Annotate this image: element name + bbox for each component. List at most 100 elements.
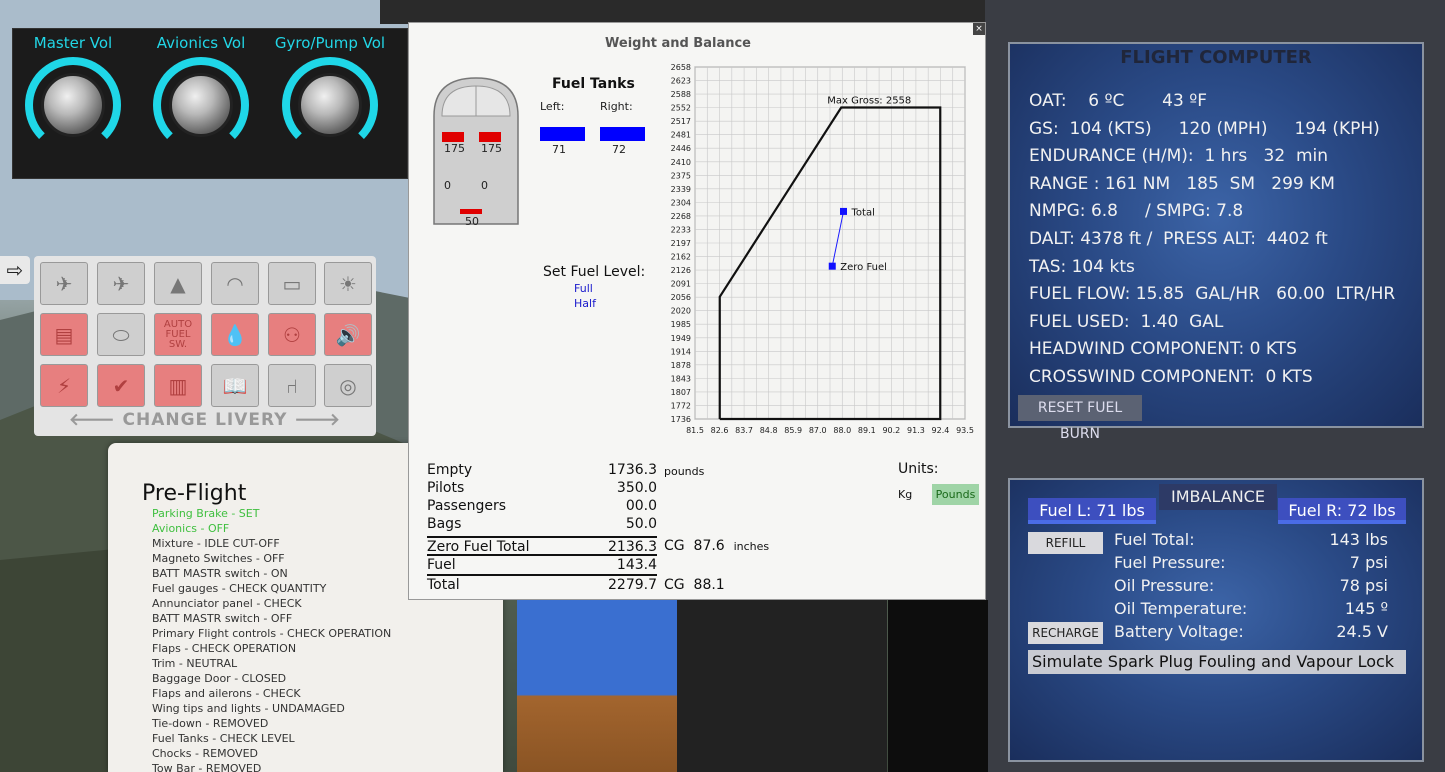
left-tank-bar[interactable] bbox=[540, 127, 585, 141]
checklist-item[interactable]: Tow Bar - REMOVED bbox=[152, 761, 391, 772]
pounds-unit-button[interactable]: Pounds bbox=[932, 484, 979, 505]
inches-label: inches bbox=[733, 540, 770, 553]
spark-plug-fouling-toggle[interactable]: Simulate Spark Plug Fouling and Vapour L… bbox=[1028, 650, 1406, 674]
canopy-icon[interactable]: ◠ bbox=[211, 262, 259, 305]
row-label: Pilots bbox=[427, 480, 465, 496]
y-tick-label: 2375 bbox=[671, 171, 691, 180]
left-tank-label: Left: bbox=[540, 100, 565, 113]
options-icon-panel: ✈ ✈ ▲ ◠ ▭ ☀ ▤ ⬭ AUTO FUEL SW. 💧 ⚇ 🔊 ⚡ ✔ … bbox=[34, 256, 376, 436]
x-tick-label: 85.9 bbox=[784, 426, 802, 435]
close-icon[interactable]: × bbox=[973, 23, 985, 35]
y-tick-label: 2056 bbox=[671, 293, 691, 302]
y-tick-label: 1736 bbox=[671, 415, 691, 424]
checkmark-icon[interactable]: ✔ bbox=[97, 364, 145, 407]
manual-book-icon[interactable]: 📖 bbox=[211, 364, 259, 407]
set-fuel-full-link[interactable]: Full bbox=[574, 282, 593, 295]
checklist-item[interactable]: Avionics - OFF bbox=[152, 521, 391, 536]
x-tick-label: 87.0 bbox=[809, 426, 827, 435]
flight-computer-panel: FLIGHT COMPUTER OAT: 6 ºC 43 ºF GS: 104 … bbox=[1008, 42, 1424, 442]
table-row: Fuel 143.4 bbox=[427, 554, 657, 573]
bags-value[interactable]: 50 bbox=[465, 215, 479, 228]
seat-pilot-left-value[interactable]: 175 bbox=[444, 142, 465, 155]
avionics-vol-knob[interactable]: Avionics Vol bbox=[141, 29, 261, 179]
plane-icon[interactable]: ✈ bbox=[40, 262, 88, 305]
checklist-item[interactable]: Wing tips and lights - UNDAMAGED bbox=[152, 701, 391, 716]
window-icon[interactable]: ▭ bbox=[268, 262, 316, 305]
cg-label: CG bbox=[664, 577, 685, 593]
x-tick-label: 84.8 bbox=[760, 426, 778, 435]
weight-table: Empty 1736.3 Pilots 350.0 Passengers 00.0 B… bbox=[427, 461, 657, 593]
checklist-item[interactable]: Chocks - REMOVED bbox=[152, 746, 391, 761]
checklist-item[interactable]: Fuel Tanks - CHECK LEVEL bbox=[152, 731, 391, 746]
kg-unit-button[interactable]: Kg bbox=[898, 488, 912, 501]
checklist-item[interactable]: Flaps and ailerons - CHECK bbox=[152, 686, 391, 701]
checklist-title: Pre-Flight bbox=[142, 481, 247, 506]
panel-toggle-arrow-icon[interactable]: ⇨ bbox=[0, 256, 30, 284]
volume-knob-panel: Master Vol Avionics Vol Gyro/Pump Vol bbox=[12, 28, 408, 179]
auto-fuel-switch-icon[interactable]: AUTO FUEL SW. bbox=[154, 313, 202, 356]
bar-graph-icon[interactable]: ▥ bbox=[154, 364, 202, 407]
change-livery-control[interactable]: 🡐 CHANGE LIVERY 🡒 bbox=[34, 410, 376, 434]
set-fuel-half-link[interactable]: Half bbox=[574, 297, 596, 310]
passengers-icon[interactable]: ⚇ bbox=[268, 313, 316, 356]
checklist-item[interactable]: Mixture - IDLE CUT-OFF bbox=[152, 536, 391, 551]
seat-icon[interactable]: ⑁ bbox=[268, 364, 316, 407]
checklist-item[interactable]: BATT MASTR switch - OFF bbox=[152, 611, 391, 626]
fuel-left-indicator: Fuel L: 71 lbs bbox=[1028, 498, 1156, 524]
oil-pressure-label: Oil Pressure: bbox=[1114, 576, 1215, 595]
oil-pressure-value: 78 psi bbox=[1339, 576, 1388, 595]
row-value: 00.0 bbox=[625, 498, 657, 514]
right-tank-value: 72 bbox=[612, 143, 626, 156]
tire-icon[interactable]: ◎ bbox=[324, 364, 372, 407]
table-row: Bags 50.0 bbox=[427, 515, 657, 533]
zero-fuel-cg: CG 87.6 inches bbox=[664, 538, 769, 554]
checklist-item[interactable]: Primary Flight controls - CHECK OPERATIO… bbox=[152, 626, 391, 641]
y-tick-label: 2623 bbox=[671, 77, 691, 86]
fuel-total-label: Fuel Total: bbox=[1114, 530, 1195, 549]
knob-icon bbox=[298, 73, 362, 137]
seat-pax-left-value[interactable]: 0 bbox=[444, 179, 451, 192]
refill-button[interactable]: REFILL bbox=[1028, 532, 1103, 554]
master-vol-knob[interactable]: Master Vol bbox=[13, 29, 133, 179]
table-row: Passengers 00.0 bbox=[427, 497, 657, 515]
weight-and-balance-window: Weight and Balance × 175 175 0 0 50 Fuel… bbox=[408, 22, 986, 600]
y-tick-label: 2339 bbox=[671, 185, 691, 194]
y-tick-label: 2233 bbox=[671, 225, 691, 234]
right-tank-bar[interactable] bbox=[600, 127, 645, 141]
plane-top-icon[interactable]: ✈ bbox=[97, 262, 145, 305]
checklist-item[interactable]: Magneto Switches - OFF bbox=[152, 551, 391, 566]
wheel-chock-icon[interactable]: ⬭ bbox=[97, 313, 145, 356]
checklist-item[interactable]: Parking Brake - SET bbox=[152, 506, 391, 521]
fuel-flow-readout: FUEL FLOW: 15.85 GAL/HR 60.00 LTR/HR bbox=[1029, 284, 1396, 305]
cg-point bbox=[828, 262, 836, 270]
checklist-item[interactable]: Tie-down - REMOVED bbox=[152, 716, 391, 731]
y-tick-label: 1807 bbox=[671, 388, 691, 397]
checklist-item[interactable]: Trim - NEUTRAL bbox=[152, 656, 391, 671]
seat-pilot-right-value[interactable]: 175 bbox=[481, 142, 502, 155]
fuel-pressure-label: Fuel Pressure: bbox=[1114, 553, 1226, 572]
terrain-icon[interactable]: ▲ bbox=[154, 262, 202, 305]
fuel-drop-icon[interactable]: 💧 bbox=[211, 313, 259, 356]
y-tick-label: 2481 bbox=[671, 131, 691, 140]
checklist-icon[interactable]: ▤ bbox=[40, 313, 88, 356]
recharge-button[interactable]: RECHARGE bbox=[1028, 622, 1103, 644]
bags-marker bbox=[460, 209, 482, 214]
y-tick-label: 2446 bbox=[671, 144, 691, 153]
arrow-left-icon[interactable]: 🡐 bbox=[69, 410, 116, 430]
checklist-item[interactable]: BATT MASTR switch - ON bbox=[152, 566, 391, 581]
electric-bolt-icon[interactable]: ⚡ bbox=[40, 364, 88, 407]
arrow-right-icon[interactable]: 🡒 bbox=[294, 410, 341, 430]
gyro-pump-vol-knob[interactable]: Gyro/Pump Vol bbox=[270, 29, 390, 179]
reset-fuel-burn-button[interactable]: RESET FUEL BURN bbox=[1018, 395, 1142, 442]
cockpit-frame bbox=[380, 0, 1020, 24]
fuel-tanks-title: Fuel Tanks bbox=[552, 76, 635, 92]
seat-pax-right-value[interactable]: 0 bbox=[481, 179, 488, 192]
checklist-item[interactable]: Flaps - CHECK OPERATION bbox=[152, 641, 391, 656]
checklist-item[interactable]: Fuel gauges - CHECK QUANTITY bbox=[152, 581, 391, 596]
checklist-item[interactable]: Baggage Door - CLOSED bbox=[152, 671, 391, 686]
cabin-light-icon[interactable]: ☀ bbox=[324, 262, 372, 305]
x-tick-label: 90.2 bbox=[882, 426, 900, 435]
speaker-icon[interactable]: 🔊 bbox=[324, 313, 372, 356]
checklist-item[interactable]: Annunciator panel - CHECK bbox=[152, 596, 391, 611]
total-cg: CG 88.1 bbox=[664, 577, 725, 593]
